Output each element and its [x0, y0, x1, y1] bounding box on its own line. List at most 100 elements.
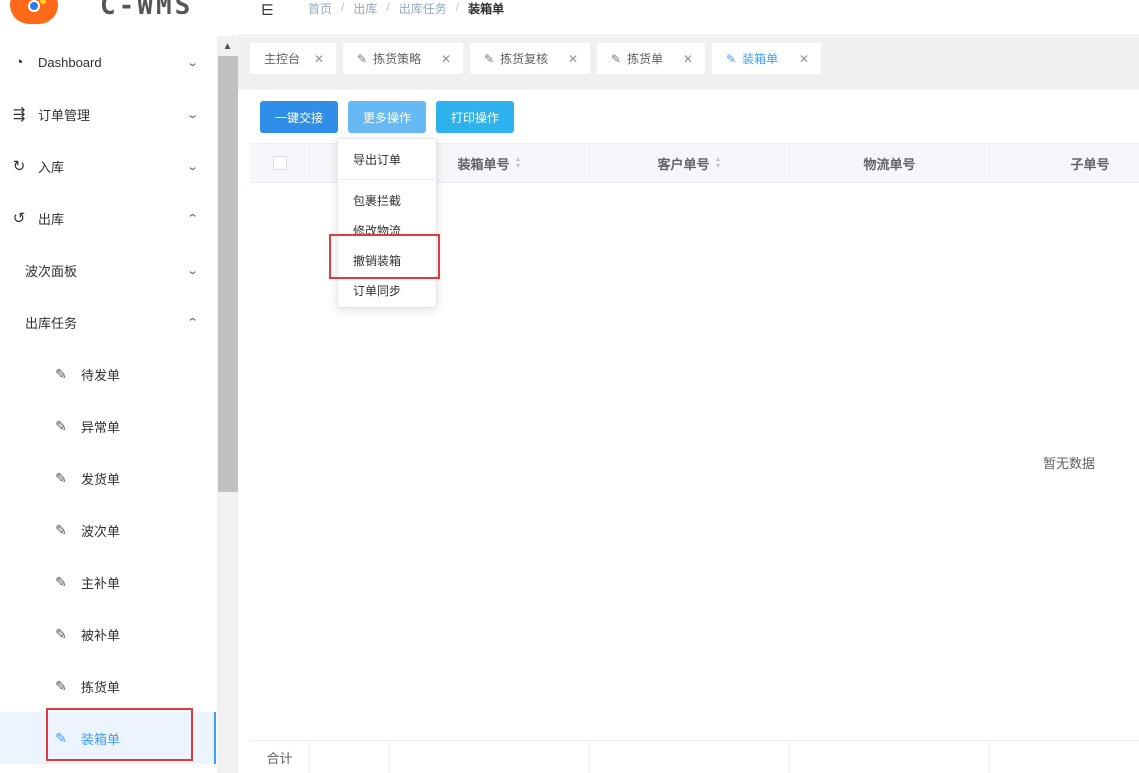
menu-item-export-orders[interactable]: 导出订单 [338, 147, 438, 171]
tab-label: 拣货策略 [373, 52, 422, 66]
column-header-logistics-no: 物流单号 [790, 144, 990, 182]
sort-icon[interactable]: ▲ ▼ [715, 156, 722, 170]
sidebar-menu: ◔ Dashboard ⌄ ⇶ 订单管理 ⌄ ↻ 入库 ⌄ ↺ 出库 ⌃ 波次面… [0, 36, 216, 773]
sidebar-item-exception[interactable]: ✎ 异常单 [0, 400, 216, 452]
sidebar-item-outbound[interactable]: ↺ 出库 ⌃ [0, 192, 216, 244]
edit-doc-icon: ✎ [55, 469, 67, 486]
tab-label: 主控台 [264, 52, 301, 66]
menu-item-package-intercept[interactable]: 包裹拦截 [338, 188, 438, 212]
edit-doc-icon: ✎ [726, 51, 737, 66]
footer-cell [390, 741, 590, 773]
edit-doc-icon: ✎ [55, 573, 67, 590]
highlight-box-sidebar [46, 708, 193, 761]
sidebar-item-label: Dashboard [38, 54, 102, 70]
tab-label: 拣货复核 [500, 52, 549, 66]
app-logo[interactable]: C-WMS [0, 0, 238, 36]
content-spacer [238, 81, 1139, 90]
sidebar-item-main-replenish[interactable]: ✎ 主补单 [0, 556, 216, 608]
table-footer: 合计 [250, 740, 1139, 773]
sidebar-item-label: 待发单 [81, 367, 121, 383]
sidebar-item-label: 拣货单 [81, 679, 121, 695]
column-header-customer-no[interactable]: 客户单号 ▲ ▼ [590, 144, 790, 182]
close-icon[interactable]: ✕ [799, 52, 809, 66]
chevron-down-icon: ⌄ [186, 160, 200, 173]
sidebar-item-picking[interactable]: ✎ 拣货单 [0, 660, 216, 712]
sidebar-item-orders[interactable]: ⇶ 订单管理 ⌄ [0, 88, 216, 140]
dropdown-divider [338, 179, 438, 180]
sidebar-item-pending[interactable]: ✎ 待发单 [0, 348, 216, 400]
tab-picking-list[interactable]: ✎ 拣货单 ✕ [597, 43, 705, 74]
tab-label: 拣货单 [627, 52, 664, 66]
chevron-up-icon: ⌃ [186, 316, 200, 329]
more-actions-dropdown: 导出订单 包裹拦截 修改物流 撤销装箱 订单同步 [337, 138, 438, 308]
one-click-handover-button[interactable]: 一键交接 [260, 101, 338, 133]
sidebar-item-outbound-task[interactable]: 出库任务 ⌃ [0, 296, 216, 348]
sidebar-item-replenished[interactable]: ✎ 被补单 [0, 608, 216, 660]
highlight-box-dropdown [329, 234, 440, 279]
edit-doc-icon: ✎ [55, 417, 67, 434]
sort-icon[interactable]: ▲ ▼ [515, 156, 522, 170]
close-icon[interactable]: ✕ [568, 52, 578, 66]
breadcrumb-outbound[interactable]: 出库 [353, 0, 377, 17]
breadcrumb-outbound-task[interactable]: 出库任务 [399, 0, 447, 17]
sidebar-item-wave[interactable]: ✎ 波次单 [0, 504, 216, 556]
column-header-label: 客户单号 [657, 156, 710, 172]
chevron-down-icon: ⌄ [186, 56, 200, 69]
dashboard-icon: ◔ [14, 53, 24, 71]
tab-console[interactable]: 主控台 ✕ [250, 43, 336, 74]
tab-picking-review[interactable]: ✎ 拣货复核 ✕ [470, 43, 590, 74]
sidebar-item-dashboard[interactable]: ◔ Dashboard ⌄ [0, 36, 216, 88]
footer-cell [590, 741, 790, 773]
select-all-checkbox[interactable] [272, 156, 287, 170]
close-icon[interactable]: ✕ [314, 52, 324, 66]
sidebar-item-label: 异常单 [81, 419, 121, 435]
sidebar-item-label: 出库任务 [25, 315, 78, 331]
sidebar-item-label: 入库 [38, 159, 65, 175]
footer-total-label: 合计 [250, 741, 310, 773]
outbound-icon: ↺ [12, 210, 26, 227]
sidebar-item-label: 出库 [38, 211, 65, 227]
active-indicator [214, 712, 216, 764]
footer-cell [310, 741, 390, 773]
breadcrumb-home[interactable]: 首页 [308, 0, 332, 17]
edit-doc-icon: ✎ [611, 51, 622, 66]
scroll-up-arrow-icon[interactable]: ▲ [217, 36, 238, 56]
column-header-label: 装箱单号 [457, 156, 510, 172]
inbound-icon: ↻ [12, 158, 26, 175]
close-icon[interactable]: ✕ [441, 52, 451, 66]
tab-label: 装箱单 [742, 52, 779, 66]
sidebar-item-shipping[interactable]: ✎ 发货单 [0, 452, 216, 504]
empty-table-text: 暂无数据 [1043, 456, 1096, 471]
logo-cloud-icon [10, 0, 58, 24]
print-actions-button[interactable]: 打印操作 [436, 101, 514, 133]
sidebar-item-inbound[interactable]: ↻ 入库 ⌄ [0, 140, 216, 192]
breadcrumb-separator: / [455, 0, 460, 14]
more-actions-button[interactable]: 更多操作 [348, 101, 426, 133]
scrollbar-thumb[interactable] [218, 56, 238, 492]
breadcrumb: 首页 / 出库 / 出库任务 / 装箱单 [308, 0, 504, 17]
edit-doc-icon: ✎ [55, 365, 67, 382]
edit-doc-icon: ✎ [55, 521, 67, 538]
chevron-down-icon: ⌄ [186, 108, 200, 121]
collapse-menu-icon[interactable]: ⋿ [261, 1, 274, 19]
sidebar-scrollbar[interactable]: ▲ [217, 36, 238, 773]
chevron-down-icon: ⌄ [186, 264, 200, 277]
close-icon[interactable]: ✕ [683, 52, 693, 66]
column-header-label: 子单号 [1070, 156, 1110, 172]
breadcrumb-current: 装箱单 [468, 2, 505, 16]
sidebar-item-wave-panel[interactable]: 波次面板 ⌄ [0, 244, 216, 296]
menu-item-order-sync[interactable]: 订单同步 [338, 278, 438, 302]
logo-text: C-WMS [100, 0, 194, 21]
select-all-cell [250, 144, 310, 182]
tab-picking-strategy[interactable]: ✎ 拣货策略 ✕ [343, 43, 463, 74]
column-header-sub-no: 子单号 [990, 144, 1139, 182]
chevron-up-icon: ⌃ [186, 212, 200, 225]
sidebar-item-label: 订单管理 [38, 107, 91, 123]
sidebar-item-label: 波次面板 [25, 263, 78, 279]
edit-doc-icon: ✎ [55, 677, 67, 694]
sidebar-item-label: 被补单 [81, 627, 121, 643]
tab-packing-list[interactable]: ✎ 装箱单 ✕ [712, 43, 821, 74]
breadcrumb-separator: / [386, 0, 390, 14]
edit-doc-icon: ✎ [484, 51, 495, 66]
sidebar-item-label: 波次单 [81, 523, 121, 539]
